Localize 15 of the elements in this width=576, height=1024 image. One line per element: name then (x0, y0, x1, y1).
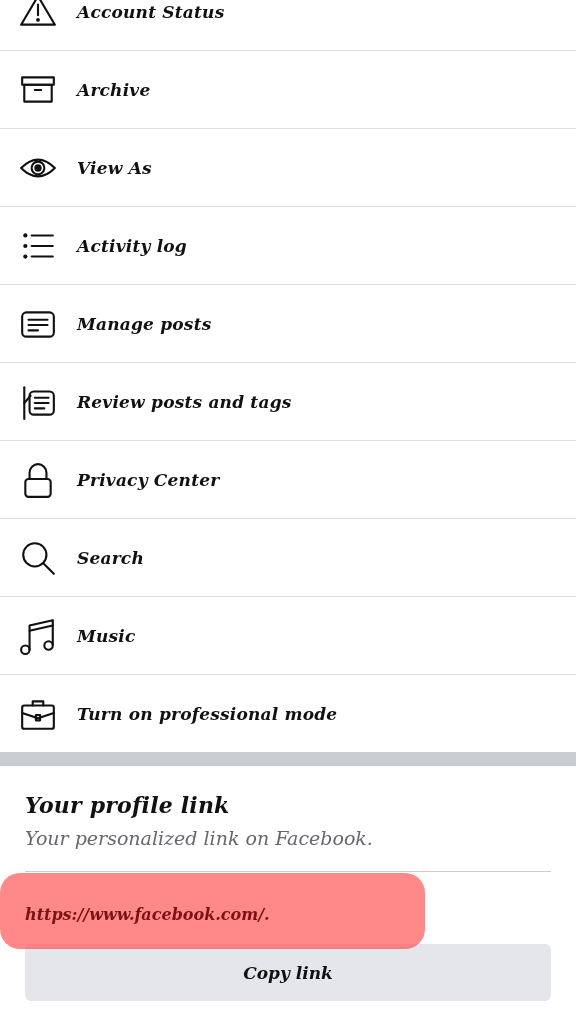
menu-item[interactable]: Turn on professional mode (0, 675, 576, 753)
menu-item[interactable]: View As (0, 129, 576, 207)
menu-item[interactable]: Account Status (0, 0, 576, 51)
menu-item[interactable]: Activity log (0, 207, 576, 285)
menu-item[interactable]: Archive (0, 51, 576, 129)
section-title: Your profile link (25, 792, 231, 818)
section-subtitle: Your personalized link on Facebook. (25, 827, 374, 849)
menu-item[interactable]: Manage posts (0, 285, 576, 363)
menu-item[interactable]: Search (0, 519, 576, 597)
menu-item[interactable]: Review posts and tags (0, 363, 576, 441)
profile-url[interactable]: https://www.facebook.com/. (25, 905, 551, 924)
menu-item[interactable]: Music (0, 597, 576, 675)
menu-item[interactable]: Privacy Center (0, 441, 576, 519)
music-note-icon (19, 616, 57, 655)
copy-link-button[interactable]: Copy link (25, 944, 551, 1001)
